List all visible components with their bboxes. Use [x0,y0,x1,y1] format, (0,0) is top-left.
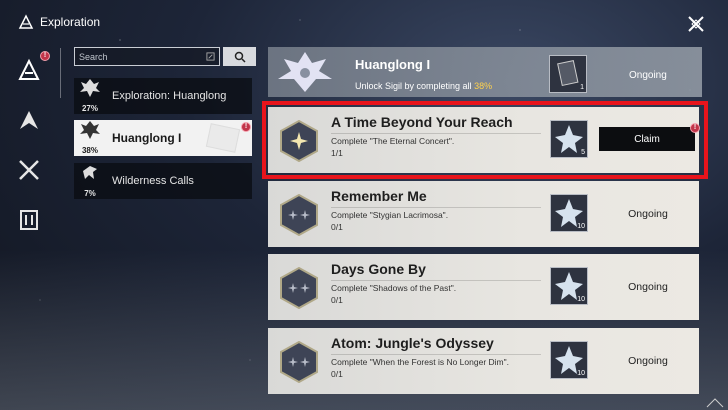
quest-divider [331,280,541,281]
peak-icon [20,111,38,129]
search-button[interactable] [223,47,256,66]
sigil-subtitle-text: Unlock Sigil by completing all [355,81,472,91]
header: Exploration [18,14,100,30]
quest-reward[interactable]: 10 [550,341,588,379]
rail-peak[interactable] [14,105,44,135]
quest-title: Remember Me [331,188,427,204]
quest-list[interactable]: Huanglong I Unlock Sigil by completing a… [268,47,702,410]
hexagon-sparkle-icon [280,194,318,236]
category-emblem: 7% [74,163,106,199]
sigil-subtitle: Unlock Sigil by completing all 38% [355,81,492,91]
category-exploration-huanglong[interactable]: 27% Exploration: Huanglong [74,78,252,114]
exploration-logo-icon [18,14,34,29]
quest-progress: 0/1 [331,295,343,305]
sigil-summary-card: Huanglong I Unlock Sigil by completing a… [268,47,702,97]
quest-description: Complete "When the Forest is No Longer D… [331,357,509,367]
category-progress: 27% [81,104,98,113]
quest-title: Atom: Jungle's Odyssey [331,335,494,351]
quest-description: Complete "Shadows of the Past". [331,283,457,293]
sigil-status: Ongoing [629,70,667,81]
category-label: Wilderness Calls [112,175,194,187]
category-wilderness-calls[interactable]: 7% Wilderness Calls [74,163,252,199]
archive-icon [20,210,38,230]
rail-alert-badge: ! [40,51,50,61]
search-box [74,47,220,66]
edit-icon [206,52,215,61]
claim-button[interactable]: Claim ! [599,123,700,151]
quest-card: Days Gone By Complete "Shadows of the Pa… [268,254,699,320]
search-input[interactable] [79,51,199,62]
quest-reward[interactable]: 10 [550,267,588,305]
claim-label: Claim [634,133,660,145]
sigil-reward[interactable]: 1 [549,55,587,93]
hexagon-sparkle-icon [280,341,318,383]
quest-card: A Time Beyond Your Reach Complete "The E… [268,107,700,173]
reward-quantity: 5 [581,149,585,156]
category-progress: 7% [84,189,96,198]
page-title: Exploration [40,15,101,29]
claim-alert-badge: ! [690,123,700,133]
search-icon [234,51,246,63]
quest-divider [331,354,541,355]
rail-combat[interactable] [14,155,44,185]
left-rail: ! [14,51,50,255]
quest-description: Complete "Stygian Lacrimosa". [331,210,449,220]
reward-quantity: 10 [577,223,585,230]
quest-divider [331,133,541,134]
reward-quantity: 10 [577,296,585,303]
bird-crest-icon [83,166,97,179]
rail-archive[interactable] [14,205,44,235]
quest-card: Remember Me Complete "Stygian Lacrimosa"… [268,181,699,247]
quest-divider [331,207,541,208]
quest-title: Days Gone By [331,261,426,277]
rail-exploration[interactable]: ! [14,51,50,85]
category-progress: 38% [81,146,98,155]
quest-reward[interactable]: 5 [550,120,588,158]
quest-description: Complete "The Eternal Concert". [331,136,455,146]
quest-status: Ongoing [628,355,668,367]
quest-card: Atom: Jungle's Odyssey Complete "When th… [268,328,699,394]
category-emblem: 27% [74,78,106,114]
category-huanglong-i[interactable]: 38% Huanglong I ! [74,120,252,156]
category-alert-badge: ! [241,122,251,132]
dragon-emblem-icon [278,52,332,92]
exploration-tab-icon [18,58,40,80]
category-emblem: 38% [74,120,106,156]
quest-status: Ongoing [628,281,668,293]
rail-divider [60,48,61,98]
quest-progress: 1/1 [331,148,343,158]
corner-arrow-icon [706,398,724,408]
crossed-swords-icon [19,160,39,180]
quest-progress: 0/1 [331,369,343,379]
reward-quantity: 1 [580,84,584,91]
sigil-progress: 38% [474,81,493,91]
dragon-crest-icon [80,121,100,139]
sigil-title: Huanglong I [355,57,431,72]
close-icon[interactable] [686,14,706,34]
quest-reward[interactable]: 10 [550,194,588,232]
reward-quantity: 10 [577,370,585,377]
category-label: Huanglong I [112,131,182,145]
card-decoration [205,123,241,153]
dragon-crest-icon [80,79,100,97]
quest-status: Ongoing [628,208,668,220]
hexagon-star-icon [280,120,318,162]
category-label: Exploration: Huanglong [112,90,227,102]
quest-progress: 0/1 [331,222,343,232]
hexagon-sparkle-icon [280,267,318,309]
quest-title: A Time Beyond Your Reach [331,114,513,130]
